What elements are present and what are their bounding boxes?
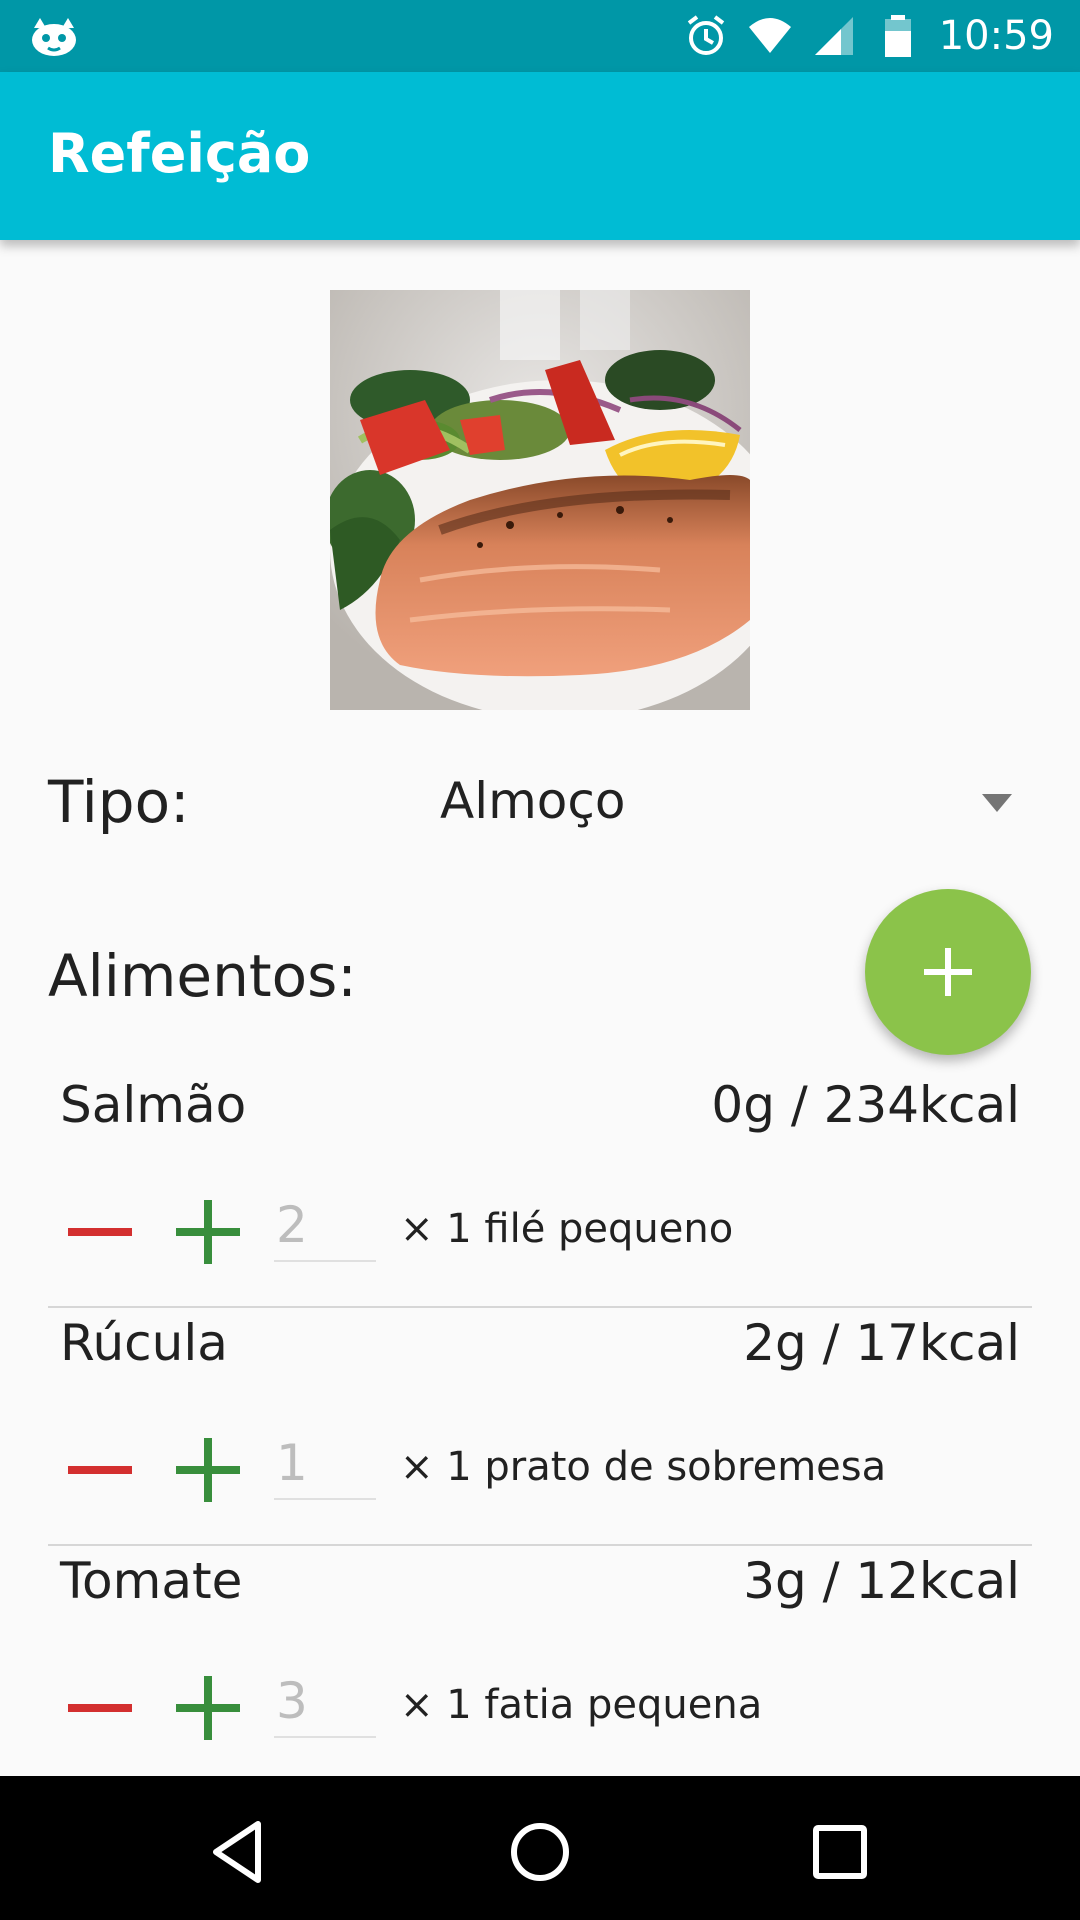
- quantity-input[interactable]: [274, 1190, 376, 1262]
- foods-label: Alimentos:: [48, 942, 357, 1010]
- meal-type-select[interactable]: Almoço: [440, 768, 1030, 848]
- minus-icon: [68, 1704, 132, 1712]
- food-name: Rúcula: [60, 1314, 228, 1372]
- increase-quantity-button[interactable]: [176, 1200, 240, 1264]
- page-title: Refeição: [48, 122, 311, 185]
- food-nutrition: 3g / 12kcal: [743, 1552, 1020, 1610]
- app-notification-icon: [32, 18, 76, 56]
- plus-icon: [176, 1438, 240, 1502]
- decrease-quantity-button[interactable]: [68, 1200, 132, 1264]
- home-button[interactable]: [500, 1812, 580, 1892]
- meal-photo[interactable]: [330, 290, 750, 710]
- food-list: Salmão 0g / 234kcal × 1 filé pequeno Rúc…: [48, 1070, 1032, 1784]
- recents-button[interactable]: [800, 1812, 880, 1892]
- plus-icon: [176, 1676, 240, 1740]
- app-bar: Refeição: [0, 72, 1080, 240]
- food-nutrition: 0g / 234kcal: [711, 1076, 1020, 1134]
- quantity-input[interactable]: [274, 1428, 376, 1500]
- status-bar: 10:59: [0, 0, 1080, 72]
- food-name: Tomate: [60, 1552, 243, 1610]
- add-food-button[interactable]: [865, 889, 1031, 1055]
- portion-unit: × 1 prato de sobremesa: [400, 1444, 887, 1490]
- food-name: Salmão: [60, 1076, 247, 1134]
- quantity-input[interactable]: [274, 1666, 376, 1738]
- back-icon: [213, 1821, 261, 1883]
- dropdown-arrow-icon: [982, 794, 1012, 812]
- alarm-icon: [687, 15, 724, 55]
- status-icons: 10:59: [683, 0, 1054, 72]
- plus-icon: [176, 1200, 240, 1264]
- signal-icon: [814, 17, 853, 55]
- home-icon: [511, 1823, 569, 1881]
- decrease-quantity-button[interactable]: [68, 1676, 132, 1740]
- navigation-bar: [0, 1776, 1080, 1920]
- minus-icon: [68, 1228, 132, 1236]
- decrease-quantity-button[interactable]: [68, 1438, 132, 1502]
- food-item: Salmão 0g / 234kcal × 1 filé pequeno: [48, 1070, 1032, 1308]
- food-item: Tomate 3g / 12kcal × 1 fatia pequena: [48, 1546, 1032, 1784]
- food-item: Rúcula 2g / 17kcal × 1 prato de sobremes…: [48, 1308, 1032, 1546]
- portion-unit: × 1 fatia pequena: [400, 1682, 763, 1728]
- back-button[interactable]: [200, 1812, 280, 1892]
- portion-unit: × 1 filé pequeno: [400, 1206, 734, 1252]
- wifi-icon: [748, 18, 791, 53]
- plus-icon: [924, 948, 972, 996]
- battery-icon: [884, 15, 911, 57]
- increase-quantity-button[interactable]: [176, 1676, 240, 1740]
- minus-icon: [68, 1466, 132, 1474]
- recents-icon: [813, 1825, 867, 1879]
- increase-quantity-button[interactable]: [176, 1438, 240, 1502]
- meal-type-value: Almoço: [440, 772, 626, 830]
- status-time: 10:59: [938, 13, 1054, 59]
- food-nutrition: 2g / 17kcal: [743, 1314, 1020, 1372]
- type-label: Tipo:: [48, 768, 190, 836]
